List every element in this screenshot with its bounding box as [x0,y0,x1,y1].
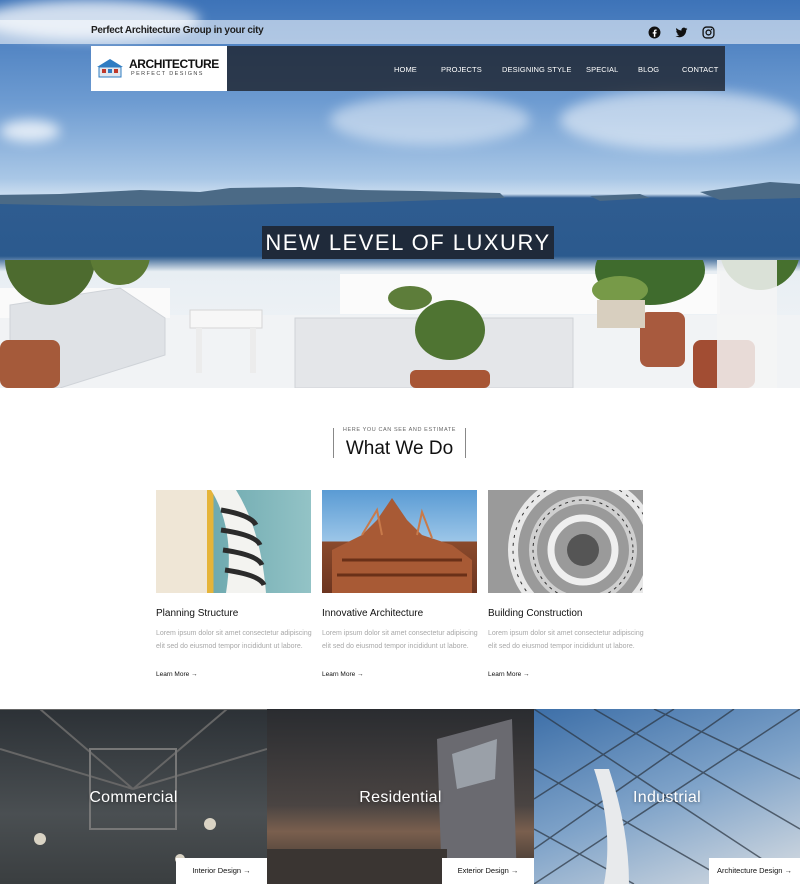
nav-home[interactable]: HOME [394,65,417,74]
service-description: Lorem ipsum dolor sit amet consectetur a… [156,630,312,650]
nav-projects[interactable]: PROJECTS [441,65,482,74]
tagline: Perfect Architecture Group in your city [91,25,264,36]
hero-banner: Perfect Architecture Group in your city … [0,0,800,388]
learn-more-link[interactable]: Learn More → [322,671,364,678]
learn-more-link[interactable]: Learn More → [488,671,530,678]
top-bar: Perfect Architecture Group in your city [0,20,800,44]
service-image [156,490,311,593]
service-description: Lorem ipsum dolor sit amet consectetur a… [488,630,644,650]
logo-title: ARCHITECTURE [129,57,219,71]
nav-designing-style[interactable]: DESIGNING STYLE [502,65,571,74]
cloud-decor [0,120,60,142]
facebook-icon[interactable] [648,26,661,39]
panel-title: Commercial [89,789,178,806]
category-panel-residential[interactable]: Residential Exterior Design → [267,709,534,884]
service-card: Innovative Architecture Lorem ipsum dolo… [322,490,478,678]
hero-headline: NEW LEVEL OF LUXURY [262,226,554,259]
main-nav: HOME PROJECTS DESIGNING STYLE SPECIAL BL… [227,46,725,91]
section-kicker: HERE YOU CAN SEE AND ESTIMATE [342,427,457,433]
terrace-decor [0,260,800,388]
service-title: Building Construction [488,608,583,619]
service-title: Planning Structure [156,608,239,619]
learn-more-link[interactable]: Learn More → [156,671,198,678]
category-panel-industrial[interactable]: Industrial Architecture Design → [534,709,800,884]
category-panel-commercial[interactable]: Commercial Interior Design → [0,709,267,884]
nav-special[interactable]: SPECIAL [586,65,618,74]
service-card: Building Construction Lorem ipsum dolor … [488,490,644,678]
service-description: Lorem ipsum dolor sit amet consectetur a… [322,630,478,650]
section-title: What We Do [345,438,454,459]
building-curves-decor [211,490,267,593]
islands-decor [0,182,800,206]
architecture-design-button[interactable]: Architecture Design → [709,858,800,884]
twitter-icon[interactable] [675,26,688,39]
cloud-decor [560,90,800,150]
logo-subtitle: PERFECT DESIGNS [131,71,204,77]
cloud-decor [330,95,530,145]
nav-contact[interactable]: CONTACT [682,65,718,74]
temple-decor [332,498,472,593]
panel-title: Residential [359,789,442,806]
service-image [322,490,477,593]
spiral-stair-decor [508,490,643,593]
nav-blog[interactable]: BLOG [638,65,659,74]
site-logo[interactable]: ARCHITECTURE PERFECT DESIGNS [91,46,227,91]
interior-design-button[interactable]: Interior Design → [176,858,267,884]
house-logo-icon [97,59,123,78]
exterior-design-button[interactable]: Exterior Design → [442,858,534,884]
service-image [488,490,643,593]
instagram-icon[interactable] [702,26,715,39]
panel-title: Industrial [633,789,701,806]
service-title: Innovative Architecture [322,608,424,619]
service-card: Planning Structure Lorem ipsum dolor sit… [156,490,312,678]
